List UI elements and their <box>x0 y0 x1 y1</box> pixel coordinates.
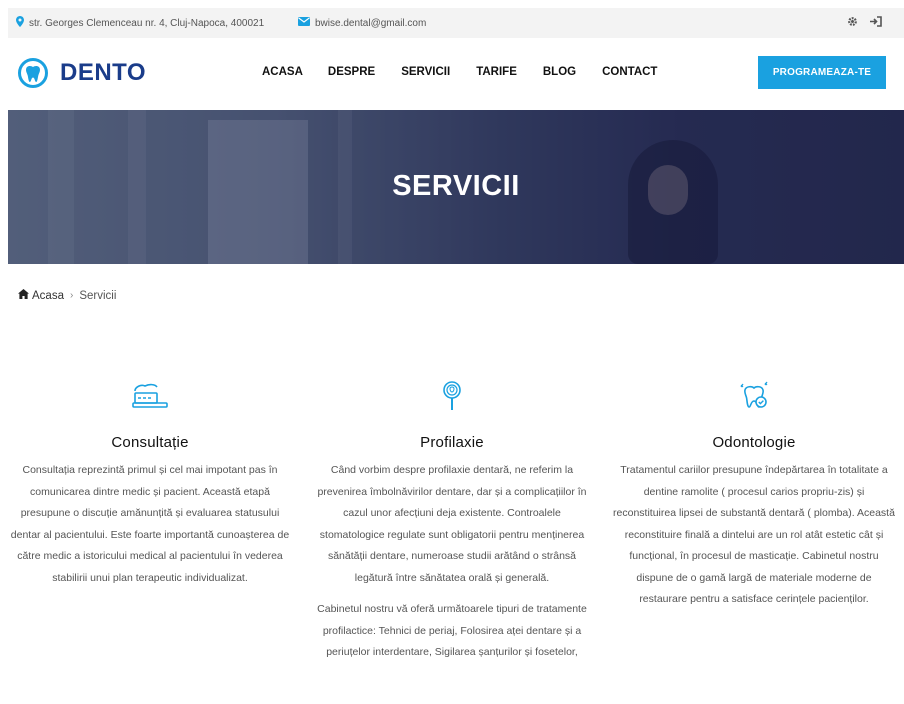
appointment-button[interactable]: PROGRAMEAZA-TE <box>758 56 886 89</box>
home-icon <box>18 289 29 302</box>
email-link[interactable]: bwise.dental@gmail.com <box>315 18 426 29</box>
service-card-odontologie: Odontologie Tratamentul cariilor presupu… <box>604 380 904 611</box>
breadcrumb-separator: › <box>69 290 74 301</box>
service-description: Tratamentul cariilor presupune îndepărta… <box>613 464 895 605</box>
nav-item-tarife[interactable]: TARIFE <box>476 66 517 78</box>
sign-in-icon[interactable] <box>870 16 882 30</box>
breadcrumb: Acasa › Servicii <box>18 289 116 302</box>
dental-mirror-icon <box>302 380 602 412</box>
gear-icon[interactable] <box>847 16 858 30</box>
logo[interactable]: DENTO <box>18 58 146 88</box>
service-title: Consultație <box>111 434 189 451</box>
service-title: Odontologie <box>712 434 796 451</box>
main-nav: ACASA DESPRE SERVICII TARIFE BLOG CONTAC… <box>262 66 657 78</box>
nav-item-blog[interactable]: BLOG <box>543 66 576 78</box>
page-title: SERVICII <box>392 170 520 202</box>
envelope-icon <box>298 17 310 29</box>
service-description: Consultația reprezintă primul și cel mai… <box>10 464 290 584</box>
address-info: str. Georges Clemenceau nr. 4, Cluj-Napo… <box>16 8 264 38</box>
nav-item-despre[interactable]: DESPRE <box>328 66 375 78</box>
email-info[interactable]: bwise.dental@gmail.com <box>298 8 426 38</box>
tooth-check-icon <box>604 380 904 412</box>
main-header: DENTO ACASA DESPRE SERVICII TARIFE BLOG … <box>0 38 904 110</box>
nav-item-servicii[interactable]: SERVICII <box>401 66 450 78</box>
map-marker-icon <box>16 16 24 30</box>
logo-text: DENTO <box>60 59 147 86</box>
address-text: str. Georges Clemenceau nr. 4, Cluj-Napo… <box>29 17 265 29</box>
hero-banner: SERVICII <box>8 110 904 264</box>
toothpaste-icon <box>0 380 300 412</box>
tooth-icon <box>18 58 48 88</box>
service-title: Profilaxie <box>420 434 484 451</box>
top-bar: str. Georges Clemenceau nr. 4, Cluj-Napo… <box>8 8 904 38</box>
topbar-actions <box>847 8 882 38</box>
breadcrumb-home-link[interactable]: Acasa <box>32 290 64 302</box>
service-card-consultatie: Consultație Consultația reprezintă primu… <box>0 380 300 589</box>
nav-item-acasa[interactable]: ACASA <box>262 66 303 78</box>
service-card-profilaxie: Profilaxie Când vorbim despre profilaxie… <box>302 380 602 664</box>
nav-item-contact[interactable]: CONTACT <box>602 66 657 78</box>
service-description: Cabinetul nostru vă oferă următoarele ti… <box>317 603 587 658</box>
breadcrumb-current: Servicii <box>79 289 117 302</box>
service-description: Când vorbim despre profilaxie dentară, n… <box>317 464 587 584</box>
